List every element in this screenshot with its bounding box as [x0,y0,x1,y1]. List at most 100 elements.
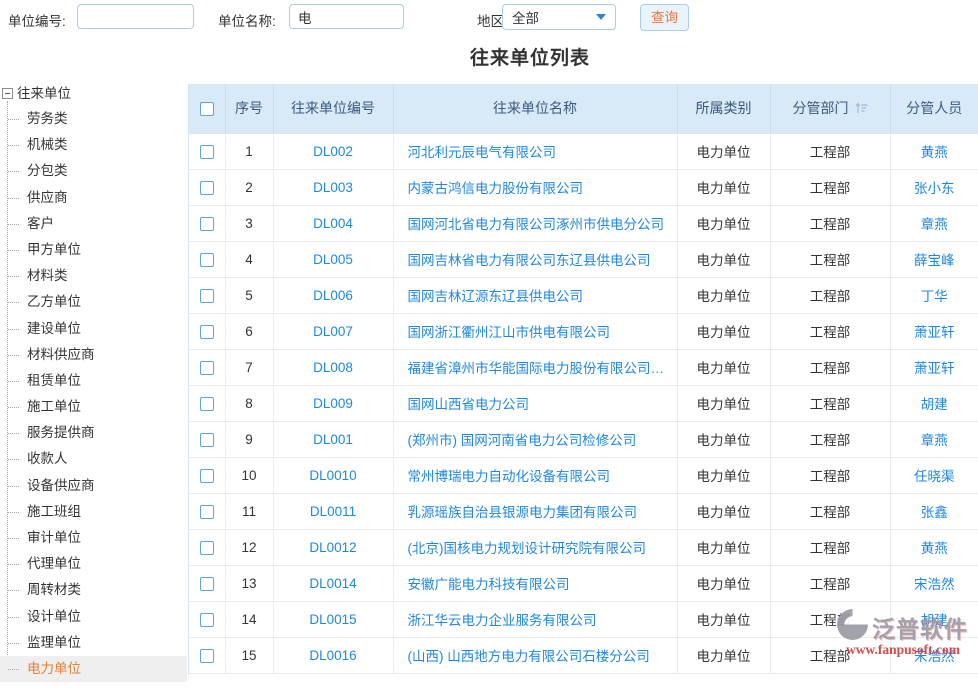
collapse-minus-icon[interactable] [2,88,13,99]
tree-item[interactable]: 材料供应商 [0,342,187,368]
cell-code[interactable]: DL009 [273,385,393,421]
cell-name[interactable]: (北京)国核电力规划设计研究院有限公司 [393,529,677,565]
cell-name[interactable]: 国网山西省电力公司 [393,385,677,421]
tree-item[interactable]: 乙方单位 [0,289,187,315]
cell-name[interactable]: (郑州市) 国网河南省电力公司检修公司 [393,421,677,457]
cell-code[interactable]: DL0011 [273,493,393,529]
header-department[interactable]: 分管部门 [770,84,890,133]
cell-name[interactable]: 国网吉林省电力有限公司东辽县供电公司 [393,241,677,277]
tree-item[interactable]: 租赁单位 [0,368,187,394]
cell-person[interactable]: 萧亚轩 [890,313,978,349]
cell-person[interactable]: 章燕 [890,205,978,241]
tree-root-node[interactable]: 往来单位 [0,82,187,106]
cell-name[interactable]: 常州博瑞电力自动化设备有限公司 [393,457,677,493]
cell-category: 电力单位 [677,169,770,205]
cell-name[interactable]: 内蒙古鸿信电力股份有限公司 [393,169,677,205]
cell-name[interactable]: 河北利元辰电气有限公司 [393,133,677,169]
tree-item[interactable]: 审计单位 [0,525,187,551]
unit-name-input[interactable] [289,4,404,29]
cell-code[interactable]: DL0016 [273,637,393,673]
tree-item[interactable]: 周转材类 [0,577,187,603]
cell-checkbox [189,277,225,313]
cell-name[interactable]: 安徽广能电力科技有限公司 [393,565,677,601]
row-checkbox[interactable] [200,505,214,519]
tree-item-label: 材料类 [27,268,68,283]
cell-name[interactable]: 乳源瑶族自治县银源电力集团有限公司 [393,493,677,529]
cell-person[interactable]: 黄燕 [890,133,978,169]
cell-name[interactable]: (山西) 山西地方电力有限公司石楼分公司 [393,637,677,673]
cell-code[interactable]: DL002 [273,133,393,169]
query-button[interactable]: 查询 [640,4,689,31]
tree-item[interactable]: 机械类 [0,132,187,158]
row-checkbox[interactable] [200,361,214,375]
cell-name[interactable]: 国网河北省电力有限公司涿州市供电分公司 [393,205,677,241]
cell-code[interactable]: DL0014 [273,565,393,601]
tree-item[interactable]: 客户 [0,211,187,237]
cell-person[interactable]: 薛宝峰 [890,241,978,277]
cell-person[interactable]: 黄燕 [890,529,978,565]
row-checkbox[interactable] [200,469,214,483]
cell-person[interactable]: 张小东 [890,169,978,205]
row-checkbox[interactable] [200,397,214,411]
cell-code[interactable]: DL003 [273,169,393,205]
row-checkbox[interactable] [200,289,214,303]
tree-item[interactable]: 施工单位 [0,394,187,420]
cell-name[interactable]: 浙江华云电力企业服务有限公司 [393,601,677,637]
cell-person[interactable]: 任晓渠 [890,457,978,493]
cell-name[interactable]: 福建省漳州市华能国际电力股份有限公司福... [393,349,677,385]
cell-name[interactable]: 国网吉林辽源东辽县供电公司 [393,277,677,313]
cell-person[interactable]: 胡建 [890,385,978,421]
tree-item[interactable]: 劳务类 [0,106,187,132]
cell-name[interactable]: 国网浙江衢州江山市供电有限公司 [393,313,677,349]
cell-code[interactable]: DL0010 [273,457,393,493]
cell-person[interactable]: 宋浩然 [890,565,978,601]
row-checkbox[interactable] [200,145,214,159]
cell-category: 电力单位 [677,637,770,673]
cell-code[interactable]: DL0012 [273,529,393,565]
cell-code[interactable]: DL007 [273,313,393,349]
cell-person[interactable]: 宋浩然 [890,637,978,673]
cell-person[interactable]: 章燕 [890,421,978,457]
row-checkbox[interactable] [200,325,214,339]
row-checkbox[interactable] [200,181,214,195]
cell-code[interactable]: DL001 [273,421,393,457]
cell-code[interactable]: DL0015 [273,601,393,637]
header-code: 往来单位编号 [273,84,393,133]
row-checkbox[interactable] [200,577,214,591]
tree-item[interactable]: 分包类 [0,158,187,184]
row-checkbox[interactable] [200,613,214,627]
tree-item[interactable]: 收款人 [0,446,187,472]
cell-person[interactable]: 胡建 [890,601,978,637]
row-checkbox[interactable] [200,433,214,447]
row-checkbox[interactable] [200,217,214,231]
tree-item[interactable]: 设计单位 [0,604,187,630]
unit-name-label: 单位名称: [218,10,276,30]
tree-item[interactable]: 供应商 [0,185,187,211]
row-checkbox[interactable] [200,541,214,555]
cell-person[interactable]: 丁华 [890,277,978,313]
cell-code[interactable]: DL005 [273,241,393,277]
tree-item[interactable]: 甲方单位 [0,237,187,263]
tree-item-label: 监理单位 [27,635,81,650]
cell-code[interactable]: DL006 [273,277,393,313]
cell-code[interactable]: DL004 [273,205,393,241]
tree-item[interactable]: 电力单位 [0,656,187,682]
unit-table: 序号 往来单位编号 往来单位名称 所属类别 分管部门 分管人员 1 DL002 … [188,84,978,674]
tree-item[interactable]: 施工班组 [0,499,187,525]
cell-person[interactable]: 萧亚轩 [890,349,978,385]
table-row: 9 DL001 (郑州市) 国网河南省电力公司检修公司 电力单位 工程部 章燕 [189,421,978,457]
cell-code[interactable]: DL008 [273,349,393,385]
tree-item[interactable]: 监理单位 [0,630,187,656]
row-checkbox[interactable] [200,649,214,663]
unit-code-input[interactable] [77,4,194,29]
tree-item[interactable]: 代理单位 [0,551,187,577]
tree-item[interactable]: 建设单位 [0,316,187,342]
select-all-checkbox[interactable] [200,102,214,116]
region-select[interactable]: 全部 [502,4,616,30]
tree-item[interactable]: 服务提供商 [0,420,187,446]
row-checkbox[interactable] [200,253,214,267]
sort-icon[interactable] [855,101,868,117]
cell-person[interactable]: 张鑫 [890,493,978,529]
tree-item[interactable]: 材料类 [0,263,187,289]
tree-item[interactable]: 设备供应商 [0,473,187,499]
